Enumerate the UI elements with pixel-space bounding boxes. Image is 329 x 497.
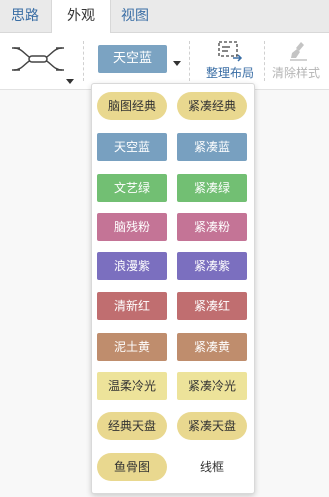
brush-icon: [290, 42, 307, 61]
theme-option[interactable]: 脑残粉: [97, 213, 167, 241]
theme-option[interactable]: 紧凑冷光: [177, 372, 247, 400]
theme-option[interactable]: 紧凑绿: [177, 174, 247, 202]
theme-option[interactable]: 线框: [177, 453, 247, 481]
arrange-layout-label: 整理布局: [206, 66, 255, 80]
tab-appearance[interactable]: 外观: [51, 0, 111, 33]
theme-select[interactable]: 天空蓝: [98, 45, 167, 73]
toolbar: 天空蓝 整理布局 清除样式: [0, 33, 329, 90]
tab-thinking[interactable]: 思路: [0, 0, 50, 32]
theme-option[interactable]: 紧凑红: [177, 292, 247, 320]
theme-option[interactable]: 紧凑天盘: [177, 412, 247, 440]
divider: [189, 41, 191, 81]
theme-option[interactable]: 天空蓝: [97, 133, 167, 161]
clear-style-button[interactable]: 清除样式: [271, 37, 329, 83]
theme-option[interactable]: 紧凑粉: [177, 213, 247, 241]
theme-option[interactable]: 鱼骨图: [97, 453, 167, 481]
theme-option[interactable]: 文艺绿: [97, 174, 167, 202]
theme-dropdown-caret-icon[interactable]: [173, 61, 181, 66]
tab-bar: 思路 外观 视图: [0, 0, 329, 33]
mindmap-structure-icon: [12, 47, 64, 71]
divider: [264, 41, 266, 81]
theme-option[interactable]: 紧凑紫: [177, 252, 247, 280]
chevron-down-icon: [66, 79, 74, 84]
theme-option[interactable]: 紧凑蓝: [177, 133, 247, 161]
tab-view[interactable]: 视图: [110, 0, 160, 32]
theme-option[interactable]: 经典天盘: [97, 412, 167, 440]
theme-option[interactable]: 紧凑经典: [177, 92, 247, 120]
divider: [83, 41, 85, 81]
arrange-layout-button[interactable]: 整理布局: [202, 37, 258, 83]
theme-option[interactable]: 浪漫紫: [97, 252, 167, 280]
theme-option[interactable]: 温柔冷光: [97, 372, 167, 400]
theme-option[interactable]: 紧凑黄: [177, 333, 247, 361]
arrange-layout-icon: [218, 41, 243, 62]
theme-option[interactable]: 脑图经典: [97, 92, 167, 120]
theme-option[interactable]: 泥土黄: [97, 333, 167, 361]
theme-option[interactable]: 清新红: [97, 292, 167, 320]
template-button[interactable]: [8, 39, 78, 85]
clear-style-label: 清除样式: [272, 66, 321, 80]
theme-dropdown-panel: 脑图经典 紧凑经典 天空蓝 紧凑蓝 文艺绿 紧凑绿 脑残粉 紧凑粉 浪漫紫 紧凑…: [91, 83, 255, 494]
